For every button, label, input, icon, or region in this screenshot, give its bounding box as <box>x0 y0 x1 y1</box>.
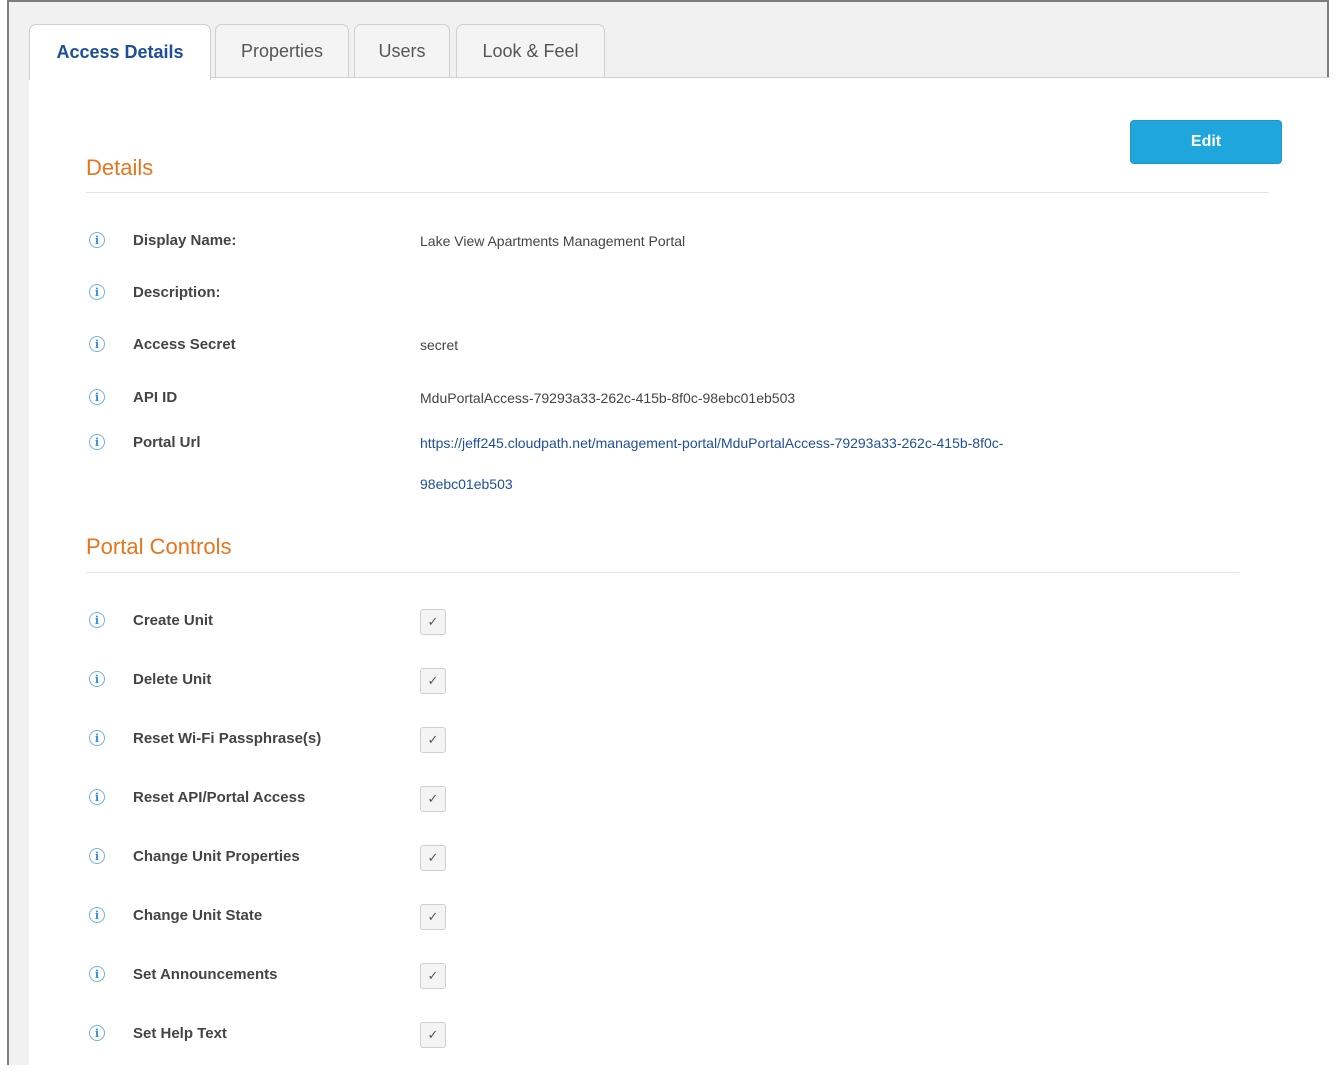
change-unit-state-checkbox[interactable]: ✓ <box>420 904 446 930</box>
create-unit-checkbox[interactable]: ✓ <box>420 609 446 635</box>
info-icon[interactable]: i <box>89 848 105 864</box>
set-announcements-label: Set Announcements <box>133 966 278 983</box>
tab-access-details[interactable]: Access Details <box>29 24 211 80</box>
display-name-label: Display Name: <box>133 232 237 249</box>
edit-button[interactable]: Edit <box>1130 120 1282 164</box>
reset-api-portal-access-checkbox[interactable]: ✓ <box>420 786 446 812</box>
portal-url-label: Portal Url <box>133 434 201 451</box>
create-unit-label: Create Unit <box>133 612 214 629</box>
info-icon[interactable]: i <box>89 730 105 746</box>
info-icon[interactable]: i <box>89 284 105 300</box>
access-secret-label: Access Secret <box>133 336 236 353</box>
portal-url-link-line2[interactable]: 98ebc01eb503 <box>420 476 513 492</box>
portal-window: Access Details Properties Users Look & F… <box>7 0 1330 1077</box>
info-icon[interactable]: i <box>89 966 105 982</box>
info-icon[interactable]: i <box>89 612 105 628</box>
details-section-title: Details <box>86 155 154 180</box>
display-name-value: Lake View Apartments Management Portal <box>420 233 686 249</box>
info-icon[interactable]: i <box>89 907 105 923</box>
info-icon[interactable]: i <box>89 336 105 352</box>
info-icon[interactable]: i <box>89 232 105 248</box>
reset-wifi-passphrase-label: Reset Wi-Fi Passphrase(s) <box>133 730 322 747</box>
set-announcements-checkbox[interactable]: ✓ <box>420 963 446 989</box>
access-secret-value: secret <box>420 337 459 353</box>
info-icon[interactable]: i <box>89 1025 105 1041</box>
change-unit-state-label: Change Unit State <box>133 907 263 924</box>
info-icon[interactable]: i <box>89 671 105 687</box>
api-id-label: API ID <box>133 389 178 406</box>
details-divider <box>86 192 1269 193</box>
tab-properties[interactable]: Properties <box>215 24 349 78</box>
info-icon[interactable]: i <box>89 789 105 805</box>
set-help-text-checkbox[interactable]: ✓ <box>420 1022 446 1048</box>
portal-url-link-line1[interactable]: https://jeff245.cloudpath.net/management… <box>420 435 1003 451</box>
portal-controls-section-title: Portal Controls <box>86 534 232 559</box>
delete-unit-checkbox[interactable]: ✓ <box>420 668 446 694</box>
reset-api-portal-access-label: Reset API/Portal Access <box>133 789 306 806</box>
access-details-panel: Edit Details i Display Name: Lake View A… <box>29 77 1330 1077</box>
change-unit-properties-label: Change Unit Properties <box>133 848 300 865</box>
info-icon[interactable]: i <box>89 434 105 450</box>
delete-unit-label: Delete Unit <box>133 671 212 688</box>
tab-users[interactable]: Users <box>354 24 450 78</box>
set-help-text-label: Set Help Text <box>133 1025 227 1042</box>
info-icon[interactable]: i <box>89 389 105 405</box>
api-id-value: MduPortalAccess-79293a33-262c-415b-8f0c-… <box>420 390 796 406</box>
tab-look-and-feel[interactable]: Look & Feel <box>456 24 605 78</box>
change-unit-properties-checkbox[interactable]: ✓ <box>420 845 446 871</box>
reset-wifi-passphrase-checkbox[interactable]: ✓ <box>420 727 446 753</box>
description-label: Description: <box>133 284 221 301</box>
portal-controls-divider <box>86 572 1239 573</box>
